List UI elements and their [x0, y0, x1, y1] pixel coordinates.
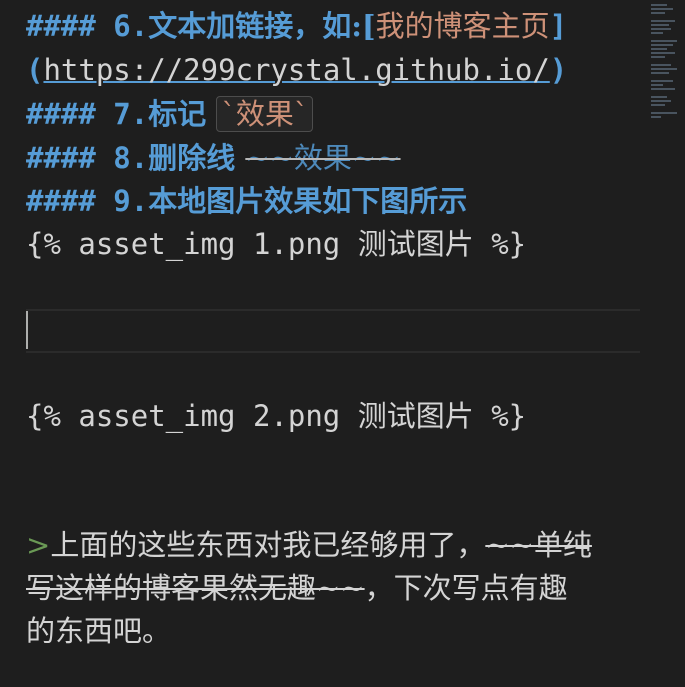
minimap-row: [651, 84, 663, 86]
link-text: 我的博客主页: [375, 9, 550, 43]
blockquote-marker: >: [26, 528, 51, 562]
strikethrough-text: 写这样的博客果然无趣~~: [26, 571, 365, 605]
minimap-row: [651, 32, 663, 34]
url-paren-open: (: [26, 53, 44, 87]
minimap-row: [651, 72, 669, 74]
editor-line-url[interactable]: (https://299crystal.github.io/): [26, 50, 567, 90]
minimap-row: [651, 100, 671, 102]
heading-prefix: #### 9.: [26, 184, 149, 218]
quote-text: 的东西吧。: [26, 614, 172, 648]
minimap-row: [651, 96, 667, 98]
minimap-row: [651, 80, 673, 82]
link-bracket-close: ]: [549, 9, 568, 43]
minimap-row: [651, 68, 677, 70]
heading-prefix: #### 6.: [26, 9, 149, 43]
minimap-row: [651, 24, 669, 26]
heading-prefix: #### 8.: [26, 141, 149, 175]
editor-line-heading-8[interactable]: #### 8.删除线 ~~效果~~: [26, 138, 401, 178]
minimap-row: [651, 56, 665, 58]
editor-line-heading-7[interactable]: #### 7.标记 `效果`: [26, 94, 314, 134]
asset-img-tag: {% asset_img 2.png 测试图片 %}: [26, 399, 527, 433]
minimap-row: [651, 88, 675, 90]
minimap-row: [651, 112, 677, 114]
minimap-row: [651, 116, 661, 118]
minimap-row: [651, 4, 667, 6]
url-paren-close: ): [549, 53, 568, 87]
minimap-row: [651, 20, 675, 22]
markdown-editor[interactable]: #### 6.文本加链接，如:[我的博客主页] (https://299crys…: [0, 0, 685, 687]
minimap-row: [651, 44, 673, 46]
minimap-row: [651, 48, 667, 50]
text-cursor: [26, 311, 28, 349]
minimap-row: [651, 52, 675, 54]
quote-text: ，下次写点有趣: [364, 571, 568, 605]
editor-line-quote-1[interactable]: >上面的这些东西对我已经够用了，~~单纯: [26, 525, 592, 565]
minimap-row: [651, 40, 677, 42]
minimap-row: [651, 64, 671, 66]
minimap-row: [651, 8, 673, 10]
heading-text: 本地图片效果如下图所示: [148, 184, 468, 218]
strikethrough-text: ~~单纯: [485, 528, 592, 562]
strikethrough-text: ~~效果~~: [245, 141, 401, 175]
heading-prefix: #### 7.: [26, 97, 149, 131]
quote-text: 上面的这些东西对我已经够用了，: [50, 528, 486, 562]
heading-text: 文本加链接，如:[: [148, 9, 376, 43]
minimap-row: [651, 104, 665, 106]
minimap-row: [651, 28, 671, 30]
inline-code: `效果`: [216, 96, 314, 132]
minimap[interactable]: [647, 0, 685, 180]
editor-line-asset-img-2[interactable]: {% asset_img 2.png 测试图片 %}: [26, 396, 526, 436]
minimap-row: [651, 12, 665, 14]
editor-line-asset-img-1[interactable]: {% asset_img 1.png 测试图片 %}: [26, 224, 526, 264]
editor-line-quote-3[interactable]: 的东西吧。: [26, 611, 171, 651]
editor-line-heading-9[interactable]: #### 9.本地图片效果如下图所示: [26, 181, 467, 221]
heading-text: 删除线: [148, 141, 246, 175]
editor-line-heading-6[interactable]: #### 6.文本加链接，如:[我的博客主页]: [26, 6, 567, 46]
asset-img-tag: {% asset_img 1.png 测试图片 %}: [26, 227, 527, 261]
link-url[interactable]: https://299crystal.github.io/: [43, 53, 549, 87]
current-line-highlight: [26, 309, 640, 353]
editor-line-quote-2[interactable]: 写这样的博客果然无趣~~，下次写点有趣: [26, 568, 568, 608]
heading-text: 标记: [148, 97, 217, 131]
